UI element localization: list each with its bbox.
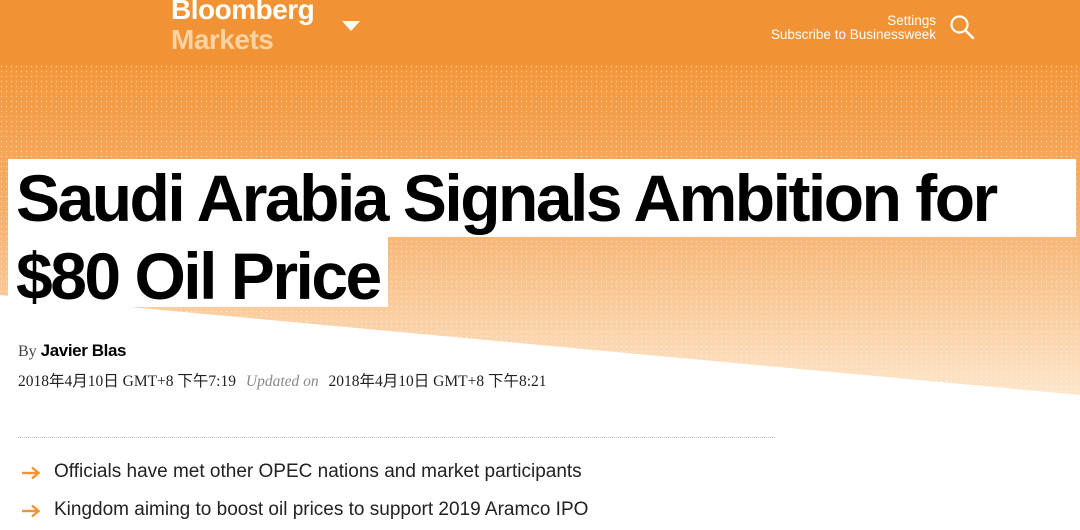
bullet-text: Officials have met other OPEC nations an… (54, 461, 582, 482)
summary-list: Officials have met other OPEC nations an… (18, 461, 588, 530)
byline-prefix: By (18, 343, 37, 360)
arrow-right-icon (22, 504, 41, 518)
subscribe-link[interactable]: Subscribe to Businessweek (771, 27, 936, 42)
byline: By Javier Blas (18, 341, 126, 361)
top-bar: Bloomberg Markets Settings Subscribe to … (0, 0, 1080, 65)
dateline: 2018年4月10日 GMT+8 下午7:19 Updated on 2018年… (18, 369, 547, 391)
updated-date: 2018年4月10日 GMT+8 下午8:21 (328, 373, 547, 390)
search-icon[interactable] (949, 14, 975, 40)
brand-line-1: Bloomberg (171, 0, 315, 25)
chevron-down-icon[interactable] (340, 19, 362, 33)
settings-link[interactable]: Settings (887, 13, 936, 28)
headline-line-1: Saudi Arabia Signals Ambition for (8, 159, 1076, 237)
list-item: Kingdom aiming to boost oil prices to su… (18, 499, 588, 530)
headline-line-2: $80 Oil Price (8, 237, 388, 309)
bullet-text: Kingdom aiming to boost oil prices to su… (54, 499, 589, 520)
divider (18, 437, 775, 438)
list-item: Officials have met other OPEC nations an… (18, 461, 588, 499)
author-link[interactable]: Javier Blas (41, 341, 127, 360)
brand-logo[interactable]: Bloomberg Markets (171, 0, 315, 55)
arrow-right-icon (22, 466, 41, 480)
updated-label: Updated on (245, 373, 319, 390)
brand-line-2: Markets (171, 24, 274, 55)
published-date: 2018年4月10日 GMT+8 下午7:19 (18, 373, 236, 390)
